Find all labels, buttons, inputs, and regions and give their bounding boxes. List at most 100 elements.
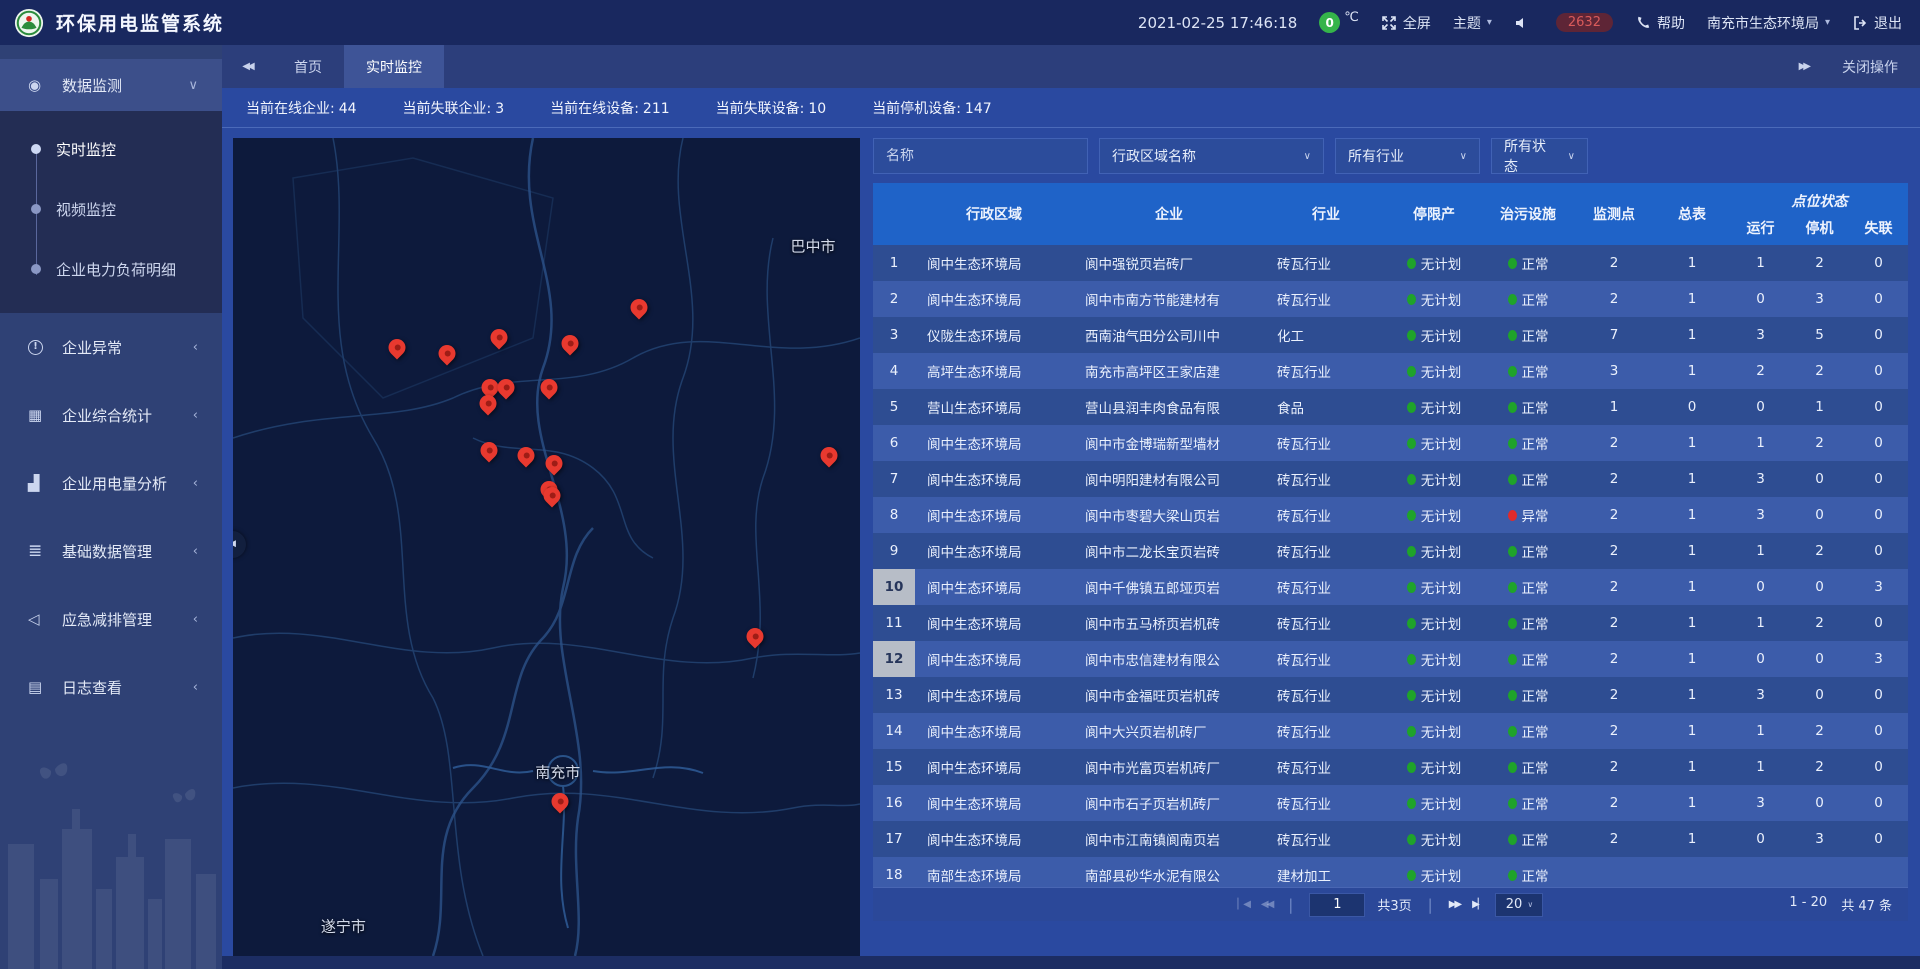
cell-region: 阆中生态环境局 [915, 757, 1073, 777]
page-number-input[interactable] [1309, 893, 1365, 917]
status-dot [1508, 618, 1517, 629]
cell-total-meter: 1 [1653, 507, 1731, 523]
cell-facility-status: 正常 [1481, 685, 1575, 705]
cell-company: 阆中市南方节能建材有 [1073, 289, 1265, 309]
cell-industry: 砖瓦行业 [1265, 649, 1387, 669]
cell-industry: 砖瓦行业 [1265, 793, 1387, 813]
last-page-button[interactable]: ▶▏ [1472, 899, 1483, 910]
cell-lost-count: 0 [1849, 399, 1908, 415]
name-search-input[interactable] [873, 138, 1088, 174]
cell-region: 阆中生态环境局 [915, 793, 1073, 813]
sidebar-item[interactable]: 企业异常 ‹ [0, 313, 222, 381]
cell-lost-count: 0 [1849, 687, 1908, 703]
stat-item: 当前失联设备:10 [716, 98, 827, 118]
table-row[interactable]: 18 南部生态环境局 南部县砂华水泥有限公 建材加工 无计划 正常 [873, 857, 1908, 887]
filter-bar: 行政区域名称 ∨ 所有行业 ∨ 所有状态 ∨ [873, 138, 1908, 174]
cell-lost-count: 0 [1849, 507, 1908, 523]
sidebar-subitem[interactable]: 实时监控 [0, 119, 222, 179]
sidebar-item[interactable]: 企业综合统计 ‹ [0, 381, 222, 449]
cell-region: 阆中生态环境局 [915, 253, 1073, 273]
region-select[interactable]: 行政区域名称 ∨ [1099, 138, 1324, 174]
sidebar-item[interactable]: 企业用电量分析 ‹ [0, 449, 222, 517]
org-dropdown[interactable]: 南充市生态环境局 ▾ [1707, 13, 1830, 33]
row-number: 12 [873, 641, 915, 677]
status-dot [1508, 546, 1517, 557]
help-button[interactable]: 帮助 [1635, 13, 1685, 33]
prev-page-button[interactable]: ◀◀ [1261, 899, 1272, 910]
table-row[interactable]: 7 阆中生态环境局 阆中明阳建材有限公司 砖瓦行业 无计划 正常 [873, 461, 1908, 497]
table-row[interactable]: 3 仪陇生态环境局 西南油气田分公司川中 化工 无计划 正常 [873, 317, 1908, 353]
table-row[interactable]: 11 阆中生态环境局 阆中市五马桥页岩机砖 砖瓦行业 无计划 正常 [873, 605, 1908, 641]
notifications[interactable]: 2632 [1552, 13, 1613, 32]
table-row[interactable]: 17 阆中生态环境局 阆中市江南镇阆南页岩 砖瓦行业 无计划 正常 [873, 821, 1908, 857]
sidebar-item[interactable]: 基础数据管理 ‹ [0, 517, 222, 585]
table-row[interactable]: 13 阆中生态环境局 阆中市金福旺页岩机砖 砖瓦行业 无计划 正常 [873, 677, 1908, 713]
table-row[interactable]: 9 阆中生态环境局 阆中市二龙长宝页岩砖 砖瓦行业 无计划 正常 [873, 533, 1908, 569]
cell-region: 营山生态环境局 [915, 397, 1073, 417]
total-pages-label: 共3页 [1377, 895, 1411, 914]
column-header-region: 行政区域 [915, 204, 1073, 224]
cell-limit-status: 无计划 [1387, 685, 1481, 705]
cell-company: 阆中市光富页岩机砖厂 [1073, 757, 1265, 777]
cell-limit-status: 无计划 [1387, 361, 1481, 381]
table-row[interactable]: 2 阆中生态环境局 阆中市南方节能建材有 砖瓦行业 无计划 正常 [873, 281, 1908, 317]
tabs-scroll-right-button[interactable]: ▶▶ [1799, 61, 1808, 72]
theme-dropdown[interactable]: 主题 ▾ [1453, 13, 1492, 33]
next-page-button[interactable]: ▶▶ [1449, 899, 1460, 910]
cell-monitor-count: 2 [1575, 543, 1653, 559]
sound-button[interactable] [1514, 15, 1530, 31]
cell-monitor-count: 2 [1575, 687, 1653, 703]
table-row[interactable]: 12 阆中生态环境局 阆中市忠信建材有限公 砖瓦行业 无计划 正常 [873, 641, 1908, 677]
tabs-scroll-left-button[interactable]: ◀◀ [222, 45, 272, 88]
cell-monitor-count: 2 [1575, 651, 1653, 667]
page-size-select[interactable]: 20 ∨ [1495, 893, 1543, 917]
sidebar-subitem[interactable]: 视频监控 [0, 179, 222, 239]
fullscreen-button[interactable]: 全屏 [1381, 13, 1431, 33]
sidebar-item[interactable]: 应急减排管理 ‹ [0, 585, 222, 653]
emblem-icon [14, 8, 44, 38]
map[interactable]: 巴中市 南充市 遂宁市 ◀ [233, 138, 860, 956]
cell-stop-count: 2 [1790, 363, 1849, 379]
table-row[interactable]: 8 阆中生态环境局 阆中市枣碧大梁山页岩 砖瓦行业 无计划 异常 [873, 497, 1908, 533]
cell-limit-status: 无计划 [1387, 865, 1481, 885]
table-row[interactable]: 5 营山生态环境局 营山县润丰肉食品有限 食品 无计划 正常 [873, 389, 1908, 425]
column-header-monitor: 监测点 [1575, 204, 1653, 224]
cell-industry: 砖瓦行业 [1265, 433, 1387, 453]
sidebar-item-data-monitor[interactable]: 数据监测 ∨ [0, 59, 222, 111]
cell-limit-status: 无计划 [1387, 793, 1481, 813]
cell-stop-count: 2 [1790, 543, 1849, 559]
status-dot [1407, 618, 1416, 629]
logout-button[interactable]: 退出 [1852, 13, 1902, 33]
cell-monitor-count: 2 [1575, 255, 1653, 271]
cell-limit-status: 无计划 [1387, 289, 1481, 309]
table-row[interactable]: 14 阆中生态环境局 阆中大兴页岩机砖厂 砖瓦行业 无计划 正常 [873, 713, 1908, 749]
temperature-unit: ℃ [1344, 10, 1359, 25]
cell-industry: 砖瓦行业 [1265, 541, 1387, 561]
cell-stop-count: 0 [1790, 651, 1849, 667]
row-number: 8 [873, 497, 915, 533]
tab[interactable]: 首页 ⊗ [272, 45, 344, 88]
cell-company: 阆中强锐页岩砖厂 [1073, 253, 1265, 273]
close-operations-button[interactable]: 关闭操作 [1842, 57, 1898, 77]
first-page-button[interactable]: ▏◀ [1238, 899, 1249, 910]
sidebar-item[interactable]: 日志查看 ‹ [0, 653, 222, 721]
table-row[interactable]: 16 阆中生态环境局 阆中市石子页岩机砖厂 砖瓦行业 无计划 正常 [873, 785, 1908, 821]
chevron-down-icon: ▾ [1825, 17, 1830, 28]
status-select[interactable]: 所有状态 ∨ [1491, 138, 1588, 174]
tab[interactable]: 实时监控 ⊗ [344, 45, 444, 88]
table-row[interactable]: 1 阆中生态环境局 阆中强锐页岩砖厂 砖瓦行业 无计划 正常 [873, 245, 1908, 281]
table-row[interactable]: 4 高坪生态环境局 南充市高坪区王家店建 砖瓦行业 无计划 正常 [873, 353, 1908, 389]
table-row[interactable]: 15 阆中生态环境局 阆中市光富页岩机砖厂 砖瓦行业 无计划 正常 [873, 749, 1908, 785]
sidebar-subitem[interactable]: 企业电力负荷明细 [0, 239, 222, 299]
cell-stop-count: 2 [1790, 615, 1849, 631]
row-number: 14 [873, 713, 915, 749]
row-number: 16 [873, 785, 915, 821]
chevron-left-icon: ‹ [193, 408, 198, 423]
table-row[interactable]: 10 阆中生态环境局 阆中千佛镇五郎垭页岩 砖瓦行业 无计划 正常 [873, 569, 1908, 605]
cell-facility-status: 正常 [1481, 793, 1575, 813]
cell-run-count: 3 [1731, 471, 1790, 487]
industry-select[interactable]: 所有行业 ∨ [1335, 138, 1480, 174]
table-row[interactable]: 6 阆中生态环境局 阆中市金博瑞新型墙材 砖瓦行业 无计划 正常 [873, 425, 1908, 461]
cell-stop-count: 0 [1790, 795, 1849, 811]
map-city-label: 巴中市 [790, 235, 835, 256]
